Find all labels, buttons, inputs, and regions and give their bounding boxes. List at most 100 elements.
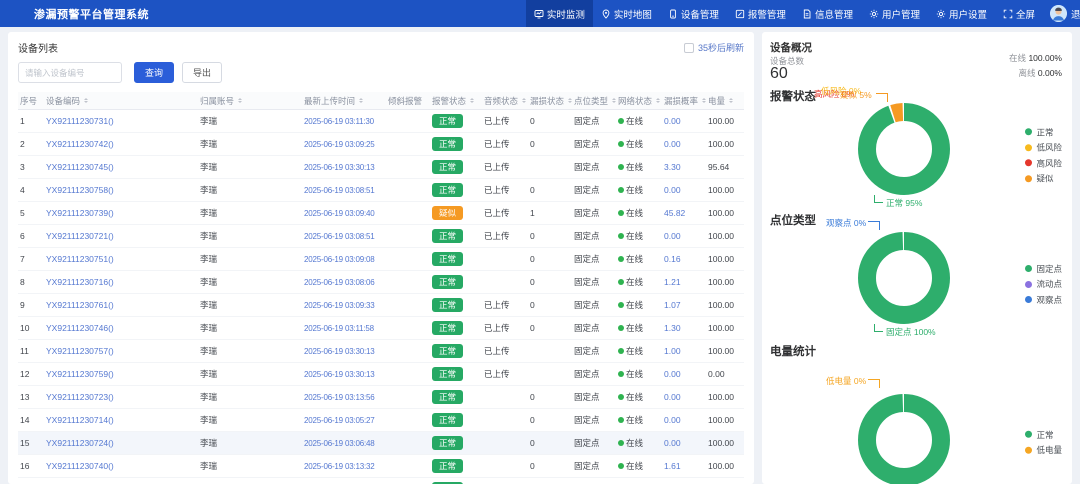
truncated-nav-item[interactable]: 退: [1071, 7, 1080, 21]
seq-cell: 2: [20, 139, 25, 149]
device-code-link[interactable]: YX92111230716(): [46, 277, 114, 287]
nav-item-label: 全屏: [1016, 7, 1035, 21]
sort-caret-icon[interactable]: [702, 96, 706, 105]
table-row[interactable]: 13YX92111230723()李瑞2025-06-19 03:13:56正常…: [18, 386, 744, 409]
legend-item[interactable]: 正常: [1025, 428, 1062, 440]
column-header[interactable]: 归属账号: [200, 95, 304, 107]
table-row[interactable]: 12YX92111230759()李瑞2025-06-19 03:30:13正常…: [18, 363, 744, 386]
leak-probability-link[interactable]: 1.30: [664, 323, 681, 333]
device-code-link[interactable]: YX92111230724(): [46, 438, 114, 448]
table-row[interactable]: 16YX92111230740()李瑞2025-06-19 03:13:32正常…: [18, 455, 744, 478]
device-code-link[interactable]: YX92111230758(): [46, 185, 114, 195]
device-code-link[interactable]: YX92111230751(): [46, 254, 114, 264]
device-code-link[interactable]: YX92111230740(): [46, 461, 114, 471]
nav-item-user-manage-gear[interactable]: 用户管理: [861, 0, 928, 27]
checkbox-icon[interactable]: [684, 43, 694, 53]
column-header[interactable]: 网络状态: [618, 95, 664, 107]
device-code-link[interactable]: YX92111230761(): [46, 300, 114, 310]
table-row[interactable]: 2YX92111230742()李瑞2025-06-19 03:09:25正常已…: [18, 133, 744, 156]
table-row[interactable]: 3YX92111230745()李瑞2025-06-19 03:30:13正常已…: [18, 156, 744, 179]
leak-probability-link[interactable]: 45.82: [664, 208, 685, 218]
power-cell: 100.00: [708, 300, 734, 310]
device-code-search-input[interactable]: [18, 62, 122, 83]
point-type-cell: 固定点: [574, 437, 600, 449]
sort-caret-icon[interactable]: [359, 96, 363, 105]
leak-probability-link[interactable]: 1.21: [664, 277, 681, 287]
sort-caret-icon[interactable]: [238, 96, 242, 105]
device-code-link[interactable]: YX92111230759(): [46, 369, 114, 379]
table-row[interactable]: 10YX92111230746()李瑞2025-06-19 03:11:58正常…: [18, 317, 744, 340]
seq-cell: 5: [18, 208, 46, 218]
device-code-link[interactable]: YX92111230742(): [46, 139, 114, 149]
leak-probability-link[interactable]: 0.00: [664, 415, 681, 425]
legend-item[interactable]: 低电量: [1025, 444, 1062, 456]
export-button[interactable]: 导出: [182, 62, 222, 83]
device-code-link[interactable]: YX92111230757(): [46, 346, 114, 356]
legend-item[interactable]: 流动点: [1025, 278, 1062, 290]
legend-item[interactable]: 固定点: [1025, 263, 1062, 275]
legend-item[interactable]: 疑似: [1025, 172, 1062, 184]
device-code-link[interactable]: YX92111230746(): [46, 323, 114, 333]
leak-probability-link[interactable]: 0.00: [664, 231, 681, 241]
device-code-link[interactable]: YX92111230721(): [46, 231, 114, 241]
legend-item[interactable]: 观察点: [1025, 294, 1062, 306]
table-row[interactable]: 1YX92111230731()李瑞2025-06-19 03:11:30正常已…: [18, 110, 744, 133]
sort-caret-icon[interactable]: [612, 96, 616, 105]
leak-probability-link: 0.00: [664, 392, 708, 402]
leak-probability-link[interactable]: 0.00: [664, 139, 681, 149]
column-header[interactable]: 漏损概率: [664, 95, 708, 107]
nav-item-map-pin[interactable]: 实时地图: [593, 0, 660, 27]
table-row[interactable]: 14YX92111230714()李瑞2025-06-19 03:05:27正常…: [18, 409, 744, 432]
table-row[interactable]: 7YX92111230751()李瑞2025-06-19 03:09:08正常0…: [18, 248, 744, 271]
table-row[interactable]: 17YX92111230756()李瑞2025-06-19 03:30:13正常…: [18, 478, 744, 484]
table-row[interactable]: 11YX92111230757()李瑞2025-06-19 03:30:13正常…: [18, 340, 744, 363]
auto-refresh-checkbox[interactable]: 35秒后刷新: [684, 41, 744, 54]
nav-item-user-settings-gear[interactable]: 用户设置: [928, 0, 995, 27]
sort-caret-icon[interactable]: [568, 96, 572, 105]
user-avatar[interactable]: [1050, 5, 1067, 22]
column-header[interactable]: 点位类型: [574, 95, 618, 107]
nav-item-device[interactable]: 设备管理: [660, 0, 727, 27]
device-code-link[interactable]: YX92111230714(): [46, 415, 114, 425]
table-row[interactable]: 9YX92111230761()李瑞2025-06-19 03:09:33正常已…: [18, 294, 744, 317]
leak-probability-link[interactable]: 1.00: [664, 346, 681, 356]
leak-probability-link[interactable]: 0.00: [664, 116, 681, 126]
leak-probability-link[interactable]: 0.00: [664, 185, 681, 195]
table-row[interactable]: 4YX92111230758()李瑞2025-06-19 03:08:51正常已…: [18, 179, 744, 202]
column-header[interactable]: 最新上传时间: [304, 95, 388, 107]
device-code-link[interactable]: YX92111230739(): [46, 208, 114, 218]
column-header[interactable]: 报警状态: [432, 95, 484, 107]
nav-item-info-doc[interactable]: 信息管理: [794, 0, 861, 27]
nav-item-fullscreen[interactable]: 全屏: [995, 0, 1043, 27]
nav-item-alarm-edit[interactable]: 报警管理: [727, 0, 794, 27]
column-header[interactable]: 电量: [708, 95, 744, 107]
leak-probability-link[interactable]: 3.30: [664, 162, 681, 172]
device-code-link: YX92111230758(): [46, 185, 200, 195]
table-row[interactable]: 5YX92111230739()李瑞2025-06-19 03:09:40疑似已…: [18, 202, 744, 225]
nav-item-monitor[interactable]: 实时监测: [526, 0, 593, 27]
legend-item[interactable]: 低风险: [1025, 141, 1062, 153]
device-code-link[interactable]: YX92111230745(): [46, 162, 114, 172]
table-row[interactable]: 8YX92111230716()李瑞2025-06-19 03:08:06正常0…: [18, 271, 744, 294]
column-header[interactable]: 设备编码: [46, 95, 200, 107]
column-header[interactable]: 漏损状态: [530, 95, 574, 107]
leak-probability-link[interactable]: 0.00: [664, 438, 681, 448]
leak-probability-link[interactable]: 1.07: [664, 300, 681, 310]
sort-caret-icon[interactable]: [656, 96, 660, 105]
sort-caret-icon[interactable]: [84, 96, 88, 105]
sort-caret-icon[interactable]: [470, 96, 474, 105]
query-button[interactable]: 查询: [134, 62, 174, 83]
sort-caret-icon[interactable]: [522, 96, 526, 105]
legend-item[interactable]: 正常: [1025, 126, 1062, 138]
leak-probability-link[interactable]: 0.00: [664, 392, 681, 402]
column-header[interactable]: 音频状态: [484, 95, 530, 107]
leak-probability-link[interactable]: 0.16: [664, 254, 681, 264]
table-row[interactable]: 6YX92111230721()李瑞2025-06-19 03:08:51正常已…: [18, 225, 744, 248]
leak-probability-link[interactable]: 0.00: [664, 369, 681, 379]
table-row[interactable]: 15YX92111230724()李瑞2025-06-19 03:06:48正常…: [18, 432, 744, 455]
sort-caret-icon[interactable]: [729, 96, 733, 105]
legend-item[interactable]: 高风险: [1025, 157, 1062, 169]
device-code-link[interactable]: YX92111230731(): [46, 116, 114, 126]
device-code-link[interactable]: YX92111230723(): [46, 392, 114, 402]
leak-probability-link[interactable]: 1.61: [664, 461, 681, 471]
